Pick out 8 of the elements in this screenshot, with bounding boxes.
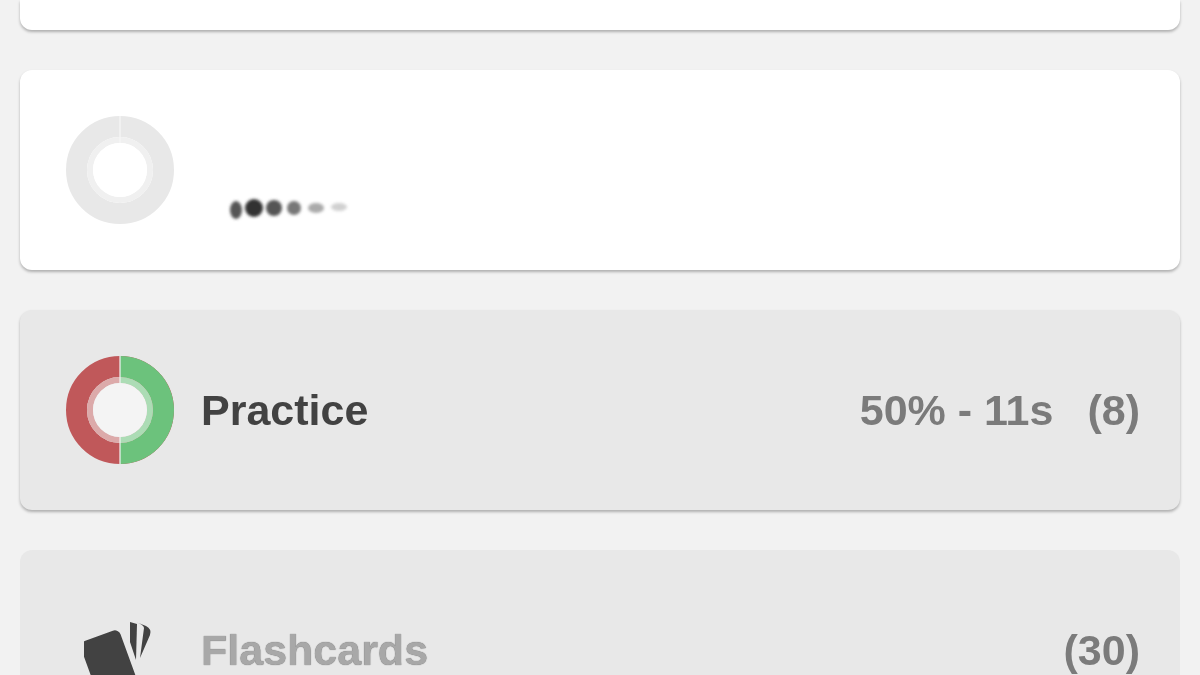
card[interactable]: Practice 50% - 11s (8) [20,310,1180,510]
deck-title: Practice [201,385,369,435]
deck-title: Flashcards [201,625,429,675]
card[interactable] [20,0,1180,30]
score-text: 50% - 11s [859,385,1054,435]
card[interactable] [20,70,1180,270]
item-count: (30) [1063,625,1140,675]
item-count: (8) [1087,385,1140,435]
